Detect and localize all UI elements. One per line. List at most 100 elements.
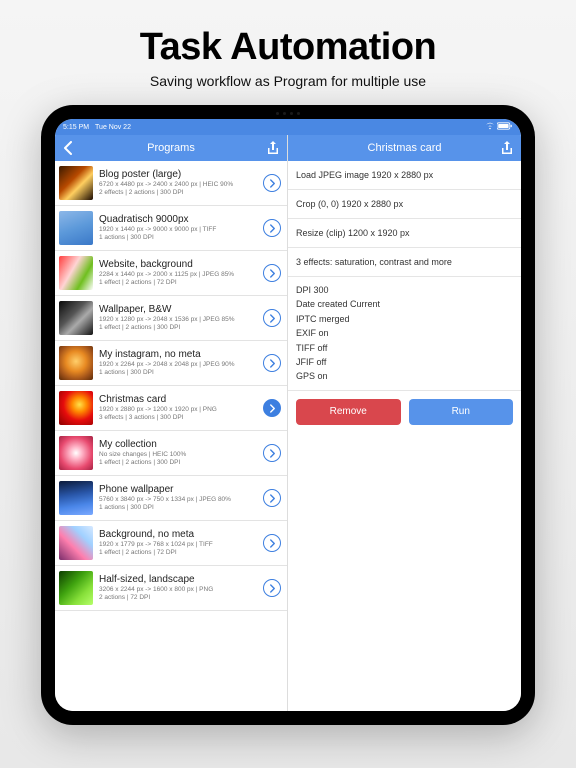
program-row[interactable]: Phone wallpaper5760 x 3840 px -> 750 x 1… <box>55 476 287 521</box>
program-text: My collectionNo size changes | HEIC 100%… <box>99 439 263 467</box>
left-toolbar: Programs <box>55 135 287 161</box>
device-frame: 5:15 PM Tue Nov 22 Progr <box>41 105 535 725</box>
detail-step: 3 effects: saturation, contrast and more <box>288 248 521 277</box>
program-thumbnail <box>59 256 93 290</box>
program-text: My instagram, no meta1920 x 2264 px -> 2… <box>99 349 263 377</box>
program-text: Blog poster (large)6720 x 4480 px -> 240… <box>99 169 263 197</box>
disclosure-icon[interactable] <box>263 264 281 282</box>
disclosure-icon[interactable] <box>263 354 281 372</box>
disclosure-icon[interactable] <box>263 489 281 507</box>
back-button[interactable] <box>63 141 77 155</box>
detail-meta-line: EXIF on <box>296 326 513 340</box>
program-subline-2: 1 effect | 2 actions | 300 DPI <box>99 324 263 332</box>
program-thumbnail <box>59 571 93 605</box>
program-row[interactable]: Background, no meta1920 x 1779 px -> 768… <box>55 521 287 566</box>
program-text: Wallpaper, B&W1920 x 1280 px -> 2048 x 1… <box>99 304 263 332</box>
detail-step: Load JPEG image 1920 x 2880 px <box>288 161 521 190</box>
detail-step: Resize (clip) 1200 x 1920 px <box>288 219 521 248</box>
status-date: Tue Nov 22 <box>95 124 131 131</box>
program-subline-2: 3 effects | 3 actions | 300 DPI <box>99 414 263 422</box>
program-subline-2: 1 actions | 300 DPI <box>99 369 263 377</box>
program-thumbnail <box>59 481 93 515</box>
disclosure-icon[interactable] <box>263 399 281 417</box>
left-title: Programs <box>77 142 265 154</box>
disclosure-icon[interactable] <box>263 444 281 462</box>
program-row[interactable]: Half-sized, landscape3206 x 2244 px -> 1… <box>55 566 287 611</box>
battery-icon <box>497 122 513 132</box>
program-subline-1: 3206 x 2244 px -> 1600 x 800 px | PNG <box>99 586 263 594</box>
right-toolbar: Christmas card <box>288 135 521 161</box>
status-time: 5:15 PM <box>63 124 89 131</box>
program-thumbnail <box>59 526 93 560</box>
detail-step: Crop (0, 0) 1920 x 2880 px <box>288 190 521 219</box>
detail-meta-line: DPI 300 <box>296 283 513 297</box>
program-subline-2: 2 effects | 2 actions | 300 DPI <box>99 189 263 197</box>
program-subline-1: 1920 x 2880 px -> 1200 x 1920 px | PNG <box>99 406 263 414</box>
program-list: Blog poster (large)6720 x 4480 px -> 240… <box>55 161 287 711</box>
program-subline-1: 6720 x 4480 px -> 2400 x 2400 px | HEIC … <box>99 181 263 189</box>
program-row[interactable]: Website, background2284 x 1440 px -> 200… <box>55 251 287 296</box>
wifi-icon <box>485 122 495 132</box>
right-share-button[interactable] <box>499 141 513 155</box>
program-thumbnail <box>59 211 93 245</box>
program-title: Quadratisch 9000px <box>99 214 263 225</box>
program-subline-2: 1 actions | 300 DPI <box>99 234 263 242</box>
right-pane: Christmas card Load JPEG image 1920 x 28… <box>288 135 521 711</box>
program-title: Background, no meta <box>99 529 263 540</box>
program-subline-1: 2284 x 1440 px -> 2000 x 1125 px | JPEG … <box>99 271 263 279</box>
program-text: Background, no meta1920 x 1779 px -> 768… <box>99 529 263 557</box>
left-pane: Programs Blog poster (large)6720 x 4480 … <box>55 135 288 711</box>
program-row[interactable]: Wallpaper, B&W1920 x 1280 px -> 2048 x 1… <box>55 296 287 341</box>
program-text: Website, background2284 x 1440 px -> 200… <box>99 259 263 287</box>
program-thumbnail <box>59 166 93 200</box>
remove-button[interactable]: Remove <box>296 399 401 425</box>
detail-meta-line: GPS on <box>296 369 513 383</box>
program-row[interactable]: My instagram, no meta1920 x 2264 px -> 2… <box>55 341 287 386</box>
program-subline-2: 1 actions | 300 DPI <box>99 504 263 512</box>
program-title: My instagram, no meta <box>99 349 263 360</box>
status-bar: 5:15 PM Tue Nov 22 <box>55 119 521 135</box>
program-row[interactable]: Quadratisch 9000px1920 x 1440 px -> 9000… <box>55 206 287 251</box>
disclosure-icon[interactable] <box>263 534 281 552</box>
program-subline-2: 1 effect | 2 actions | 300 DPI <box>99 459 263 467</box>
program-subline-1: 5760 x 3840 px -> 750 x 1334 px | JPEG 8… <box>99 496 263 504</box>
program-text: Quadratisch 9000px1920 x 1440 px -> 9000… <box>99 214 263 242</box>
run-button[interactable]: Run <box>409 399 514 425</box>
hero-subtitle: Saving workflow as Program for multiple … <box>0 73 576 89</box>
program-title: My collection <box>99 439 263 450</box>
detail-meta-line: Date created Current <box>296 297 513 311</box>
disclosure-icon[interactable] <box>263 309 281 327</box>
program-row[interactable]: Blog poster (large)6720 x 4480 px -> 240… <box>55 161 287 206</box>
disclosure-icon[interactable] <box>263 579 281 597</box>
disclosure-icon[interactable] <box>263 174 281 192</box>
program-title: Phone wallpaper <box>99 484 263 495</box>
hero: Task Automation Saving workflow as Progr… <box>0 0 576 105</box>
program-thumbnail <box>59 391 93 425</box>
left-share-button[interactable] <box>265 141 279 155</box>
program-thumbnail <box>59 436 93 470</box>
program-title: Blog poster (large) <box>99 169 263 180</box>
program-subline-1: 1920 x 1280 px -> 2048 x 1536 px | JPEG … <box>99 316 263 324</box>
program-row[interactable]: My collectionNo size changes | HEIC 100%… <box>55 431 287 476</box>
detail-meta-line: JFIF off <box>296 355 513 369</box>
right-title: Christmas card <box>310 142 499 154</box>
program-subline-2: 1 effect | 2 actions | 72 DPI <box>99 549 263 557</box>
program-title: Half-sized, landscape <box>99 574 263 585</box>
program-thumbnail <box>59 301 93 335</box>
program-title: Christmas card <box>99 394 263 405</box>
detail-meta-line: IPTC merged <box>296 312 513 326</box>
program-text: Phone wallpaper5760 x 3840 px -> 750 x 1… <box>99 484 263 512</box>
hero-title: Task Automation <box>0 26 576 69</box>
detail-list: Load JPEG image 1920 x 2880 pxCrop (0, 0… <box>288 161 521 711</box>
program-title: Website, background <box>99 259 263 270</box>
program-text: Christmas card1920 x 2880 px -> 1200 x 1… <box>99 394 263 422</box>
program-subline-2: 2 actions | 72 DPI <box>99 594 263 602</box>
program-thumbnail <box>59 346 93 380</box>
program-subline-2: 1 effect | 2 actions | 72 DPI <box>99 279 263 287</box>
program-title: Wallpaper, B&W <box>99 304 263 315</box>
action-row: Remove Run <box>288 391 521 433</box>
disclosure-icon[interactable] <box>263 219 281 237</box>
detail-metadata: DPI 300Date created CurrentIPTC mergedEX… <box>288 277 521 391</box>
program-row[interactable]: Christmas card1920 x 2880 px -> 1200 x 1… <box>55 386 287 431</box>
program-text: Half-sized, landscape3206 x 2244 px -> 1… <box>99 574 263 602</box>
